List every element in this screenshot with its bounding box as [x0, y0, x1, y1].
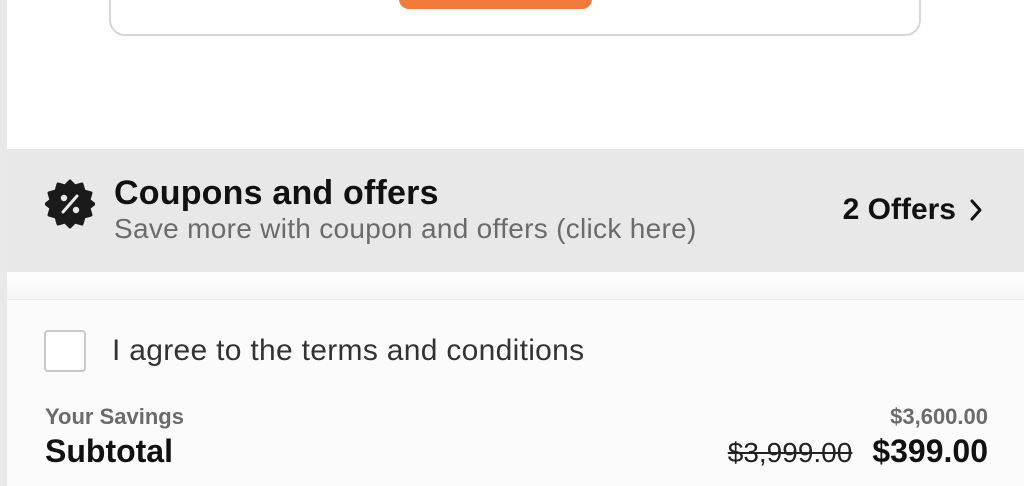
subtotal-values: $3,999.00 $399.00	[728, 433, 988, 470]
left-edge-divider	[0, 0, 7, 486]
terms-checkbox[interactable]	[44, 330, 86, 372]
offers-count-label: 2 Offers	[842, 193, 956, 226]
terms-label: I agree to the terms and conditions	[112, 334, 585, 367]
savings-value: $3,600.00	[890, 404, 988, 429]
checkout-page: Coupons and offers Save more with coupon…	[0, 0, 1024, 486]
subtotal-label: Subtotal	[45, 433, 173, 469]
checkout-summary-panel: I agree to the terms and conditions Your…	[7, 299, 1024, 486]
original-price: $3,999.00	[727, 437, 853, 468]
primary-action-button[interactable]	[399, 0, 592, 9]
section-separator	[7, 272, 1024, 302]
coupons-title: Coupons and offers	[114, 174, 439, 212]
terms-agreement-row[interactable]: I agree to the terms and conditions	[44, 330, 584, 372]
coupons-subtitle: Save more with coupon and offers (click …	[114, 213, 697, 244]
final-price: $399.00	[872, 433, 988, 469]
top-card	[109, 0, 921, 36]
offers-link[interactable]: 2 Offers	[843, 193, 984, 227]
coupon-percent-badge-icon	[45, 179, 95, 229]
chevron-right-icon	[970, 199, 982, 221]
savings-label: Your Savings	[45, 404, 184, 429]
coupons-and-offers-bar[interactable]: Coupons and offers Save more with coupon…	[7, 149, 1024, 272]
